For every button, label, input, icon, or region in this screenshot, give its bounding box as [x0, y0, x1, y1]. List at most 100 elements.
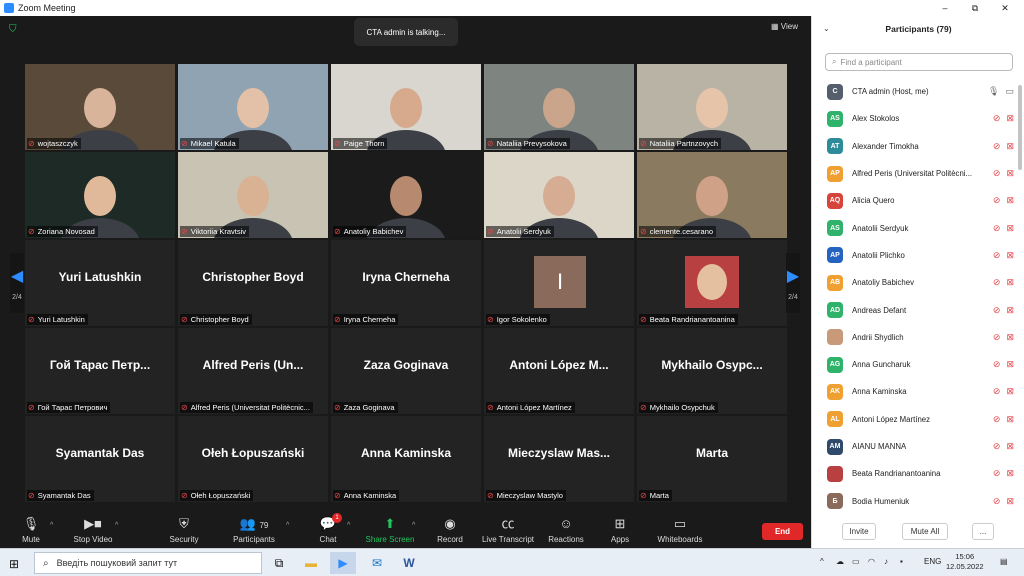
mute-all-button[interactable]: Mute All [902, 523, 948, 540]
participant-list-item[interactable]: AK Anna Kaminska ⊘ ⊠ [812, 378, 1018, 405]
participant-video-tile[interactable]: Гой Тарас Петр... ⊘ Гой Тарас Петрович [25, 328, 175, 414]
participant-name-text: wojtaszczyk [37, 139, 78, 148]
participant-list-name: Alfred Peris (Universitat Politècni... [852, 169, 973, 179]
participant-video-tile[interactable]: Mykhailo Osypc... ⊘ Mykhailo Osypchuk [637, 328, 787, 414]
onedrive-icon[interactable]: ☁ [836, 557, 844, 566]
stop-video-button[interactable]: ▶■ Stop Video [63, 516, 123, 544]
chat-options-caret[interactable]: ^ [347, 522, 350, 529]
participant-list-item[interactable]: AQ Alicia Quero ⊘ ⊠ [812, 187, 1018, 214]
avatar: AQ [827, 192, 843, 209]
file-explorer-icon[interactable]: ▬ [298, 552, 324, 574]
mic-tray-icon[interactable]: ▪ [900, 557, 903, 566]
participant-list-item[interactable]: C CTA admin (Host, me) 🎙 ▭ [812, 78, 1018, 105]
participant-list-item[interactable]: AS Alex Stokolos ⊘ ⊠ [812, 105, 1018, 132]
participant-status-icons: ⊘ ⊠ [993, 414, 1014, 425]
participant-video-tile[interactable]: Syamantak Das ⊘ Syamantak Das [25, 416, 175, 502]
share-screen-button[interactable]: ⬆ Share Screen [360, 516, 420, 544]
record-button[interactable]: ◉ Record [420, 516, 480, 544]
participant-video-tile[interactable]: ⊘ Viktoriia Kravtsiv [178, 152, 328, 238]
participant-video-tile[interactable]: ⊘ Zoriana Novosad [25, 152, 175, 238]
participant-name-text: Paige Thorn [343, 139, 385, 148]
participant-video-tile[interactable]: ⊘ Paige Thorn [331, 64, 481, 150]
next-page-button[interactable]: ▶ 2/4 [786, 253, 800, 313]
notifications-icon[interactable]: ▤ [1000, 557, 1008, 566]
share-options-caret[interactable]: ^ [412, 522, 415, 529]
participants-button[interactable]: 👥 79 Participants [224, 516, 284, 544]
more-options-button[interactable]: ... [972, 523, 994, 540]
cc-icon: ㏄ [501, 516, 515, 531]
network-icon[interactable]: ▭ [852, 557, 860, 566]
participants-options-caret[interactable]: ^ [286, 522, 289, 529]
invite-button[interactable]: Invite [842, 523, 876, 540]
whiteboards-button[interactable]: ▭ Whiteboards [650, 516, 710, 544]
participant-video-tile[interactable]: Ołeh Łopuszański ⊘ Ołeh Łopuszański [178, 416, 328, 502]
participant-list-item[interactable]: AG Anna Guncharuk ⊘ ⊠ [812, 351, 1018, 378]
participant-video-tile[interactable]: ⊘ Nataliia Prevysokova [484, 64, 634, 150]
security-button[interactable]: ⛨ Security [154, 516, 214, 544]
task-view-icon[interactable]: ⧉ [266, 552, 292, 574]
participant-list-item[interactable]: Б Bodia Humeniuk ⊘ ⊠ [812, 487, 1018, 514]
participant-list-item[interactable]: AB Anatoliy Babichev ⊘ ⊠ [812, 269, 1018, 296]
zoom-taskbar-icon[interactable]: ▶ [330, 552, 356, 574]
participant-video-tile[interactable]: ⊘ Beata Randrianantoanina [637, 240, 787, 326]
tray-overflow-icon[interactable]: ^ [820, 557, 824, 566]
end-meeting-button[interactable]: End [762, 523, 803, 540]
participant-video-tile[interactable]: Antoni López M... ⊘ Antoni López Martínez [484, 328, 634, 414]
wifi-icon[interactable]: ◠ [868, 557, 875, 566]
participant-video-tile[interactable]: ⊘ Mikael Katula [178, 64, 328, 150]
participant-video-tile[interactable]: Mieczyslaw Mas... ⊘ Mieczyslaw Mastylo [484, 416, 634, 502]
participant-list-item[interactable]: Andrii Shydlich ⊘ ⊠ [812, 324, 1018, 351]
participant-list-item[interactable]: AP Alfred Peris (Universitat Politècni...… [812, 160, 1018, 187]
participant-video-tile[interactable]: ⊘ Anatoliy Babichev [331, 152, 481, 238]
outlook-icon[interactable]: ✉ [364, 552, 390, 574]
participant-list-item[interactable]: AP Anatolii Plichko ⊘ ⊠ [812, 242, 1018, 269]
participant-name-text: Nataliia Partnzovych [649, 139, 719, 148]
participant-video-tile[interactable]: Iryna Cherneha ⊘ Iryna Cherneha [331, 240, 481, 326]
participant-list-name: Andrii Shydlich [852, 332, 904, 342]
participant-video-tile[interactable]: ⊘ wojtaszczyk [25, 64, 175, 150]
video-options-caret[interactable]: ^ [115, 522, 118, 529]
participant-name-label: ⊘ Syamantak Das [27, 490, 94, 501]
maximize-button[interactable]: ⧉ [960, 0, 990, 16]
participant-list-item[interactable]: AD Andreas Defant ⊘ ⊠ [812, 296, 1018, 323]
participant-video-tile[interactable]: Alfred Peris (Un... ⊘ Alfred Peris (Univer… [178, 328, 328, 414]
participant-list-scrollbar[interactable] [1018, 85, 1022, 170]
participant-search-input[interactable]: ⌕ Find a participant [825, 53, 1013, 71]
participant-list-item[interactable]: AM AIANU MANNA ⊘ ⊠ [812, 433, 1018, 460]
participant-video-tile[interactable]: ⊘ Nataliia Partnzovych [637, 64, 787, 150]
muted-microphone-icon: ⊘ [181, 227, 188, 236]
participant-video-tile[interactable]: Christopher Boyd ⊘ Christopher Boyd [178, 240, 328, 326]
apps-button[interactable]: ⊞ Apps [590, 516, 650, 544]
participant-video-tile[interactable]: Marta ⊘ Marta [637, 416, 787, 502]
participant-list-item[interactable]: AS Anatolii Serdyuk ⊘ ⊠ [812, 214, 1018, 241]
mute-options-caret[interactable]: ^ [50, 522, 53, 529]
chat-button[interactable]: 💬 1 Chat [298, 513, 358, 544]
reactions-button[interactable]: ☺ Reactions [536, 516, 596, 544]
taskbar-clock[interactable]: 15:06 12.05.2022 [946, 552, 984, 572]
participant-video-tile[interactable]: ⊘ clemente.cesarano [637, 152, 787, 238]
mute-button[interactable]: 🎙 Mute [1, 516, 61, 544]
windows-start-icon[interactable]: ⊞ [9, 557, 19, 571]
taskbar-search-placeholder: Введіть пошуковий запит тут [56, 558, 178, 568]
live-transcript-button[interactable]: ㏄ Live Transcript [478, 516, 538, 544]
participant-video-tile[interactable]: Anna Kaminska ⊘ Anna Kaminska [331, 416, 481, 502]
volume-icon[interactable]: ♪ [884, 557, 888, 566]
word-icon[interactable]: W [396, 552, 422, 574]
shield-icon[interactable]: ⛉ [9, 25, 19, 35]
participant-list-item[interactable]: Beata Randrianantoanina ⊘ ⊠ [812, 460, 1018, 487]
participant-video-tile[interactable]: ⊘ Anatolii Serdyuk [484, 152, 634, 238]
participant-list-item[interactable]: AT Alexander Timokha ⊘ ⊠ [812, 133, 1018, 160]
language-indicator[interactable]: ENG [924, 557, 941, 566]
participant-video-tile[interactable]: Yuri Latushkin ⊘ Yuri Latushkin [25, 240, 175, 326]
participant-video-tile[interactable]: Zaza Goginava ⊘ Zaza Goginava [331, 328, 481, 414]
muted-microphone-icon: ⊘ [28, 227, 35, 236]
participant-video-tile[interactable]: I ⊘ Igor Sokolenko [484, 240, 634, 326]
taskbar-search-box[interactable]: ⌕ Введіть пошуковий запит тут [34, 552, 262, 574]
prev-page-button[interactable]: ◀ 2/4 [10, 253, 24, 313]
zoom-app-icon [4, 3, 14, 13]
view-button[interactable]: ▦ View [771, 22, 798, 31]
muted-microphone-icon: ⊘ [334, 491, 341, 500]
participant-list-item[interactable]: AL Antoni López Martínez ⊘ ⊠ [812, 406, 1018, 433]
close-button[interactable]: ✕ [990, 0, 1020, 16]
minimize-button[interactable]: – [930, 0, 960, 16]
